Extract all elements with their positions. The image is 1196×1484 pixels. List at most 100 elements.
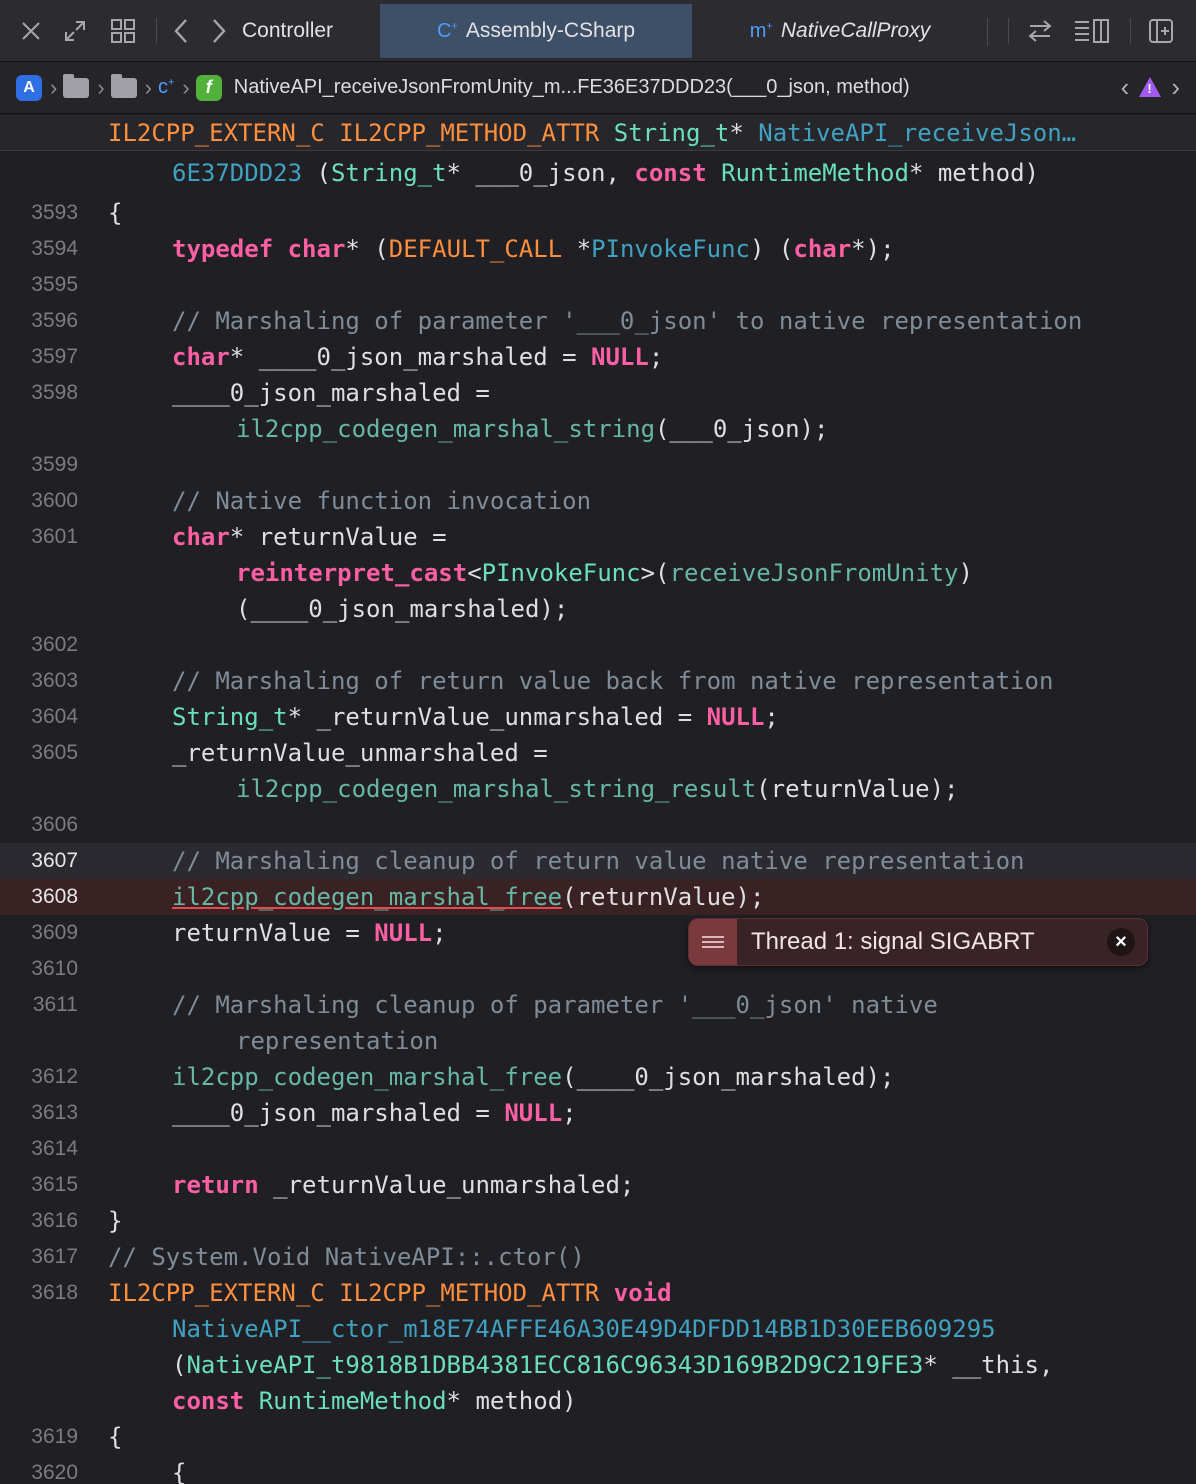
line-number: 3607 — [31, 849, 78, 872]
source-editor[interactable]: 3592359335943595359635973598359936003601… — [0, 115, 1196, 1484]
code-line: ____0_json_marshaled = NULL; — [172, 1099, 577, 1127]
toolbar-separator — [156, 18, 157, 44]
tab-bar: Controller C+ Assembly-CSharp m+ NativeC… — [0, 0, 1196, 62]
chevron-right-icon: › — [97, 74, 105, 100]
error-message: Thread 1: signal SIGABRT — [751, 928, 1035, 955]
code-line: il2cpp_codegen_marshal_free(____0_json_m… — [172, 1063, 895, 1091]
tab-label: Controller — [242, 19, 334, 42]
code-line: il2cpp_codegen_marshal_string(___0_json)… — [236, 415, 829, 443]
line-number: 3594 — [31, 237, 78, 260]
line-number: 3597 — [31, 345, 78, 368]
line-number: 3620 — [31, 1461, 78, 1484]
folder-icon — [110, 73, 137, 98]
add-editor-icon[interactable] — [1144, 14, 1178, 48]
expand-icon[interactable] — [58, 14, 92, 48]
code-line: { — [108, 1423, 123, 1451]
line-number: 3609 — [31, 921, 78, 944]
code-line: IL2CPP_EXTERN_C IL2CPP_METHOD_ATTR Strin… — [108, 119, 1077, 147]
chevron-right-icon: › — [182, 74, 190, 100]
line-number: 3613 — [31, 1101, 78, 1124]
code-line: (NativeAPI_t9818B1DBB4381ECC816C96343D16… — [172, 1351, 1054, 1379]
error-annotation-badge[interactable]: Thread 1: signal SIGABRT × — [688, 918, 1148, 966]
folder-icon — [63, 73, 90, 98]
next-issue-chevron-icon[interactable]: › — [1171, 72, 1180, 103]
line-number: 3612 — [31, 1065, 78, 1088]
code-line: return _returnValue_unmarshaled; — [172, 1171, 635, 1199]
code-line: String_t* _returnValue_unmarshaled = NUL… — [172, 703, 779, 731]
line-number: 3619 — [31, 1425, 78, 1448]
code-line: char* ____0_json_marshaled = NULL; — [172, 343, 664, 371]
line-number: 3618 — [31, 1281, 78, 1304]
tab-nativecallproxy[interactable]: m+ NativeCallProxy — [692, 4, 988, 58]
back-chevron-icon[interactable] — [166, 14, 196, 48]
code-line: // System.Void NativeAPI::.ctor() — [108, 1243, 585, 1271]
line-number: 3598 — [31, 381, 78, 404]
code-line: reinterpret_cast<PInvokeFunc>(receiveJso… — [236, 559, 973, 587]
line-number: 3596 — [31, 309, 78, 332]
line-number: 3595 — [31, 273, 78, 296]
line-number: 3602 — [31, 633, 78, 656]
code-line: IL2CPP_EXTERN_C IL2CPP_METHOD_ATTR void — [108, 1279, 672, 1307]
code-line: typedef char* (DEFAULT_CALL *PInvokeFunc… — [172, 235, 895, 263]
forward-chevron-icon[interactable] — [204, 14, 234, 48]
code-line: _returnValue_unmarshaled = — [172, 739, 548, 767]
code-line: // Marshaling cleanup of parameter '___0… — [172, 991, 938, 1019]
tab-separator — [987, 18, 988, 46]
close-icon[interactable] — [14, 14, 48, 48]
breadcrumb-folder-1[interactable] — [63, 73, 90, 103]
objc-plus-file-icon: m+ — [749, 19, 773, 42]
function-icon: f — [195, 74, 222, 101]
line-number: 3615 — [31, 1173, 78, 1196]
code-line: const RuntimeMethod* method) — [172, 1387, 577, 1415]
code-line: { — [108, 199, 123, 227]
line-number: 3600 — [31, 489, 78, 512]
c-plus-file-icon: C+ — [436, 19, 458, 42]
previous-issue-chevron-icon[interactable]: ‹ — [1121, 72, 1130, 103]
toolbar-separator — [1008, 18, 1009, 44]
line-number: 3599 — [31, 453, 78, 476]
xcode-project-icon: A — [16, 74, 42, 101]
line-number: 3610 — [31, 957, 78, 980]
close-icon[interactable]: × — [1107, 928, 1135, 956]
line-number: 3603 — [31, 669, 78, 692]
tab-controller[interactable]: Controller — [236, 4, 380, 58]
code-line: // Native function invocation — [172, 487, 592, 515]
tab-label: NativeCallProxy — [780, 19, 931, 42]
code-line: (____0_json_marshaled); — [236, 595, 569, 623]
c-plus-file-icon: c+ — [157, 76, 175, 98]
breadcrumb-project[interactable]: A — [16, 73, 42, 103]
tab-label: Assembly-CSharp — [465, 19, 636, 42]
line-number: 3608 — [31, 885, 78, 908]
warning-triangle-icon[interactable] — [1139, 77, 1162, 97]
line-number: 3614 — [31, 1137, 78, 1160]
issue-navigator-controls: ‹ › — [1115, 72, 1186, 102]
line-number: 3601 — [31, 525, 78, 548]
line-number: 3617 — [31, 1245, 78, 1268]
line-number: 3611 — [32, 993, 78, 1016]
toolbar-separator — [1130, 18, 1131, 44]
code-line: 6E37DDD23 (String_t* ___0_json, const Ru… — [172, 159, 1039, 187]
chevron-right-icon: › — [144, 74, 152, 100]
code-line: } — [108, 1207, 123, 1235]
breadcrumb-function-name: NativeAPI_receiveJsonFromUnity_m...FE36E… — [233, 76, 910, 98]
breadcrumb-folder-2[interactable] — [110, 73, 137, 103]
line-number: 3604 — [31, 705, 78, 728]
breadcrumb-file[interactable]: c+ — [158, 73, 174, 103]
code-line: // Marshaling of return value back from … — [172, 667, 1054, 695]
breadcrumb-function[interactable]: f NativeAPI_receiveJsonFromUnity_m...FE3… — [195, 73, 910, 103]
swap-arrows-icon[interactable] — [1022, 14, 1058, 48]
code-line: representation — [236, 1027, 439, 1055]
line-number: 3593 — [31, 201, 78, 224]
code-line: il2cpp_codegen_marshal_free(returnValue)… — [172, 883, 765, 911]
tab-assembly-csharp[interactable]: C+ Assembly-CSharp — [380, 4, 692, 58]
code-line: { — [172, 1459, 187, 1484]
code-line: il2cpp_codegen_marshal_string_result(ret… — [236, 775, 959, 803]
editor-options-icon[interactable] — [1070, 14, 1114, 48]
related-items-grid-icon[interactable] — [106, 14, 140, 48]
chevron-right-icon: › — [50, 74, 58, 100]
code-line: NativeAPI__ctor_m18E74AFFE46A30E49D4DFDD… — [172, 1315, 996, 1343]
error-menu-icon[interactable] — [689, 919, 737, 965]
code-line: // Marshaling of parameter '___0_json' t… — [172, 307, 1083, 335]
code-line: returnValue = NULL; — [172, 919, 447, 947]
line-number: 3605 — [31, 741, 78, 764]
